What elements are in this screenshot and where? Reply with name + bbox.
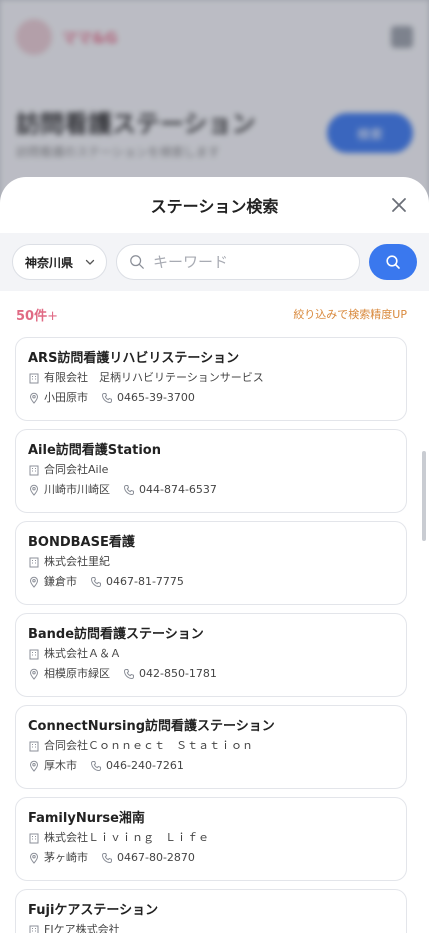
phone-icon (101, 852, 113, 864)
station-city: 小田原市 (44, 391, 88, 404)
phone-icon (101, 392, 113, 404)
building-icon (28, 464, 40, 476)
station-location-row: 相模原市緑区 042-850-1781 (28, 664, 406, 684)
station-location-row: 鎌倉市 0467-81-7775 (28, 572, 406, 592)
station-company: FJケア株式会社 (44, 923, 120, 933)
station-city: 鎌倉市 (44, 575, 77, 588)
building-icon (28, 372, 40, 384)
station-company-row: 株式会社里紀 (28, 552, 406, 572)
search-icon (130, 255, 144, 269)
station-search-sheet: ステーション検索 神奈川県 50件+ (0, 177, 429, 933)
station-card[interactable]: Fujiケアステーション FJケア株式会社 (15, 889, 407, 933)
station-company: 株式会社Ｌｉｖｉｎｇ Ｌｉｆｅ (44, 831, 209, 844)
location-pin-icon (28, 392, 40, 404)
station-company-row: 有限会社 足柄リハビリテーションサービス (28, 368, 406, 388)
station-company: 合同会社Ｃｏｎｎｅｃｔ Ｓｔａｔｉｏｎ (44, 739, 253, 752)
station-name: Aile訪問看護Station (28, 443, 161, 458)
result-count: 50件+ (16, 308, 58, 324)
building-icon (28, 740, 40, 752)
result-meta: 50件+ 絞り込みで検索精度UP (0, 291, 429, 337)
phone-icon (90, 760, 102, 772)
close-icon (392, 198, 406, 212)
station-city: 相模原市緑区 (44, 667, 110, 680)
search-bar: 神奈川県 (0, 233, 429, 291)
refine-link[interactable]: 絞り込みで検索精度UP (293, 306, 407, 322)
station-phone: 0467-81-7775 (106, 575, 184, 588)
station-company: 株式会社里紀 (44, 555, 110, 568)
station-name: Bande訪問看護ステーション (28, 627, 204, 642)
phone-icon (90, 576, 102, 588)
station-location-row: 川崎市川崎区 044-874-6537 (28, 480, 406, 500)
station-location-row: 茅ヶ崎市 0467-80-2870 (28, 848, 406, 868)
station-company-row: 合同会社Aile (28, 460, 406, 480)
location-pin-icon (28, 852, 40, 864)
station-card[interactable]: Aile訪問看護Station 合同会社Aile 川崎市川崎区 044-874-… (15, 429, 407, 513)
sheet-header: ステーション検索 (0, 177, 429, 233)
building-icon (28, 924, 40, 933)
station-company-row: 株式会社Ｌｉｖｉｎｇ Ｌｉｆｅ (28, 828, 406, 848)
station-company: 合同会社Aile (44, 463, 109, 476)
station-phone: 042-850-1781 (139, 667, 217, 680)
station-card[interactable]: ARS訪問看護リハビリステーション 有限会社 足柄リハビリテーションサービス 小… (15, 337, 407, 421)
location-pin-icon (28, 576, 40, 588)
station-company-row: 合同会社Ｃｏｎｎｅｃｔ Ｓｔａｔｉｏｎ (28, 736, 406, 756)
phone-icon (123, 484, 135, 496)
scrollbar[interactable] (422, 451, 426, 541)
station-location-row: 厚木市 046-240-7261 (28, 756, 406, 776)
station-phone: 046-240-7261 (106, 759, 184, 772)
keyword-input[interactable] (153, 253, 347, 271)
station-card[interactable]: ConnectNursing訪問看護ステーション 合同会社Ｃｏｎｎｅｃｔ Ｓｔａ… (15, 705, 407, 789)
station-company-row: 株式会社Ａ＆Ａ (28, 644, 406, 664)
station-card[interactable]: Bande訪問看護ステーション 株式会社Ａ＆Ａ 相模原市緑区 042-850-1… (15, 613, 407, 697)
sheet-title: ステーション検索 (150, 197, 279, 216)
close-button[interactable] (387, 193, 411, 217)
station-city: 茅ヶ崎市 (44, 851, 88, 864)
prefecture-select[interactable]: 神奈川県 (12, 244, 107, 280)
station-city: 川崎市川崎区 (44, 483, 110, 496)
station-phone: 044-874-6537 (139, 483, 217, 496)
station-company-row: FJケア株式会社 (28, 920, 406, 933)
station-name: FamilyNurse湘南 (28, 811, 145, 826)
building-icon (28, 832, 40, 844)
keyword-field[interactable] (116, 244, 360, 280)
phone-icon (123, 668, 135, 680)
building-icon (28, 556, 40, 568)
prefecture-value: 神奈川県 (25, 255, 74, 270)
station-city: 厚木市 (44, 759, 77, 772)
station-name: ARS訪問看護リハビリステーション (28, 351, 240, 366)
search-button[interactable] (369, 244, 417, 280)
location-pin-icon (28, 668, 40, 680)
location-pin-icon (28, 484, 40, 496)
location-pin-icon (28, 760, 40, 772)
station-location-row: 小田原市 0465-39-3700 (28, 388, 406, 408)
search-icon (386, 255, 400, 269)
station-company: 有限会社 足柄リハビリテーションサービス (44, 371, 264, 384)
station-card[interactable]: FamilyNurse湘南 株式会社Ｌｉｖｉｎｇ Ｌｉｆｅ 茅ヶ崎市 0467-… (15, 797, 407, 881)
station-card[interactable]: BONDBASE看護 株式会社里紀 鎌倉市 0467-81-7775 (15, 521, 407, 605)
station-name: Fujiケアステーション (28, 903, 159, 918)
station-phone: 0465-39-3700 (117, 391, 195, 404)
building-icon (28, 648, 40, 660)
station-list[interactable]: ARS訪問看護リハビリステーション 有限会社 足柄リハビリテーションサービス 小… (0, 337, 429, 933)
chevron-down-icon (85, 259, 95, 265)
station-name: ConnectNursing訪問看護ステーション (28, 719, 275, 734)
station-name: BONDBASE看護 (28, 535, 135, 550)
station-company: 株式会社Ａ＆Ａ (44, 647, 121, 660)
station-phone: 0467-80-2870 (117, 851, 195, 864)
